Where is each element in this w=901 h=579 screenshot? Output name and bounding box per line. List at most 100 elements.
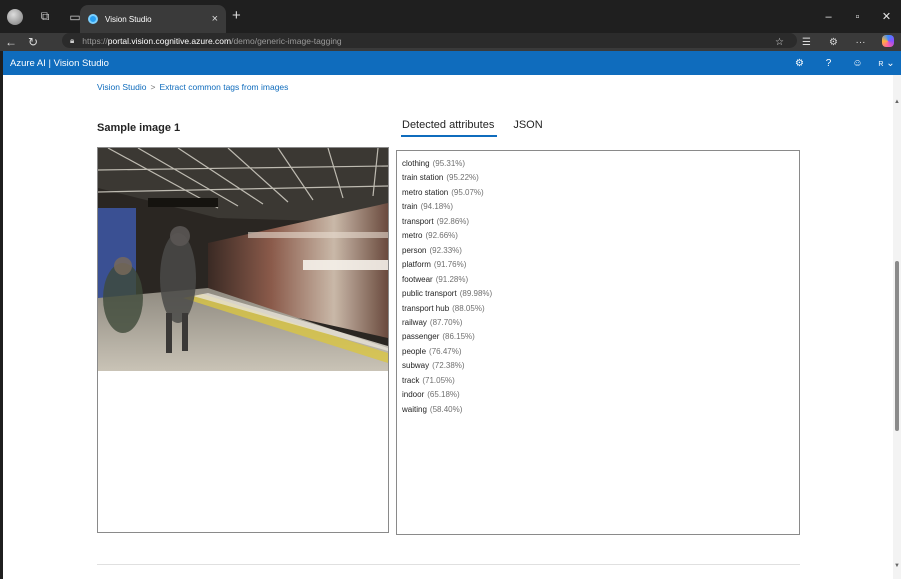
window-controls: – ▫ ✕ (814, 0, 901, 33)
attribute-item: public transport (89.98%) (402, 287, 799, 301)
breadcrumb-separator: > (150, 82, 156, 92)
sample-image-title: Sample image 1 (97, 122, 181, 134)
refresh-icon[interactable]: ↻ (22, 35, 44, 49)
copilot-icon[interactable] (874, 34, 901, 50)
attribute-name: indoor (402, 390, 425, 400)
attribute-item: waiting (58.40%) (402, 403, 799, 417)
attribute-name: footwear (402, 274, 433, 284)
main-content: Vision Studio > Extract common tags from i… (3, 75, 893, 579)
attribute-name: transport (402, 216, 434, 226)
attribute-item: indoor (65.18%) (402, 388, 799, 402)
page-scrollbar[interactable]: ▲ ▼ (893, 75, 901, 579)
attribute-confidence: (92.66%) (425, 231, 458, 241)
tab-title: Vision Studio (105, 14, 152, 24)
attribute-name: platform (402, 260, 431, 270)
attribute-confidence: (65.18%) (427, 390, 460, 400)
scroll-up-icon[interactable]: ▲ (894, 99, 900, 105)
scroll-down-icon[interactable]: ▼ (894, 563, 900, 569)
attribute-confidence: (58.40%) (429, 404, 463, 414)
attribute-item: transport hub (88.05%) (402, 302, 799, 316)
result-tabs: Detected attributes JSON (401, 119, 559, 137)
minimize-icon[interactable]: – (814, 0, 843, 33)
vision-studio-favicon-icon (88, 14, 98, 24)
profile-icon[interactable] (0, 0, 30, 33)
attribute-confidence: (88.05%) (452, 303, 485, 313)
attribute-item: train (94.18%) (402, 200, 799, 214)
attribute-name: railway (402, 317, 427, 327)
attribute-confidence: (89.98%) (459, 289, 493, 299)
section-divider (97, 564, 800, 565)
attribute-name: subway (402, 361, 430, 371)
account-menu[interactable]: R ⌄ (872, 58, 901, 69)
attribute-confidence: (87.70%) (429, 317, 463, 327)
app-brand[interactable]: Azure AI | Vision Studio (10, 58, 109, 69)
attribute-name: public transport (402, 289, 457, 299)
attribute-name: metro station (402, 187, 449, 197)
url-scheme: https:// (82, 35, 108, 46)
favorite-star-icon[interactable]: ☆ (766, 37, 793, 48)
back-icon[interactable]: ← (0, 35, 22, 49)
attribute-confidence: (71.05%) (422, 375, 455, 385)
attribute-confidence: (95.22%) (446, 173, 479, 183)
attribute-confidence: (91.76%) (433, 260, 467, 270)
lock-icon[interactable]: 🔒︎ (70, 36, 74, 46)
attribute-name: clothing (402, 159, 430, 168)
tab-detected-attributes[interactable]: Detected attributes (401, 119, 498, 137)
attribute-confidence: (76.47%) (429, 346, 462, 356)
attribute-name: transport hub (402, 303, 450, 313)
attribute-item: person (92.33%) (402, 244, 799, 258)
breadcrumb-current[interactable]: Extract common tags from images (159, 82, 288, 92)
attribute-confidence: (92.86%) (436, 216, 470, 226)
new-tab-button[interactable]: + (232, 7, 241, 24)
attribute-item: passenger (86.15%) (402, 330, 799, 344)
url-path: /demo/generic-image-tagging (231, 35, 342, 46)
attribute-name: track (402, 375, 420, 385)
restore-icon[interactable]: ▫ (843, 0, 872, 33)
attribute-item: metro (92.66%) (402, 229, 799, 243)
attribute-confidence: (94.18%) (420, 202, 454, 212)
feedback-smiley-icon[interactable]: ☺ (843, 58, 872, 69)
attribute-confidence: (72.38%) (432, 361, 465, 371)
attribute-confidence: (95.07%) (451, 187, 484, 197)
attribute-name: metro (402, 231, 423, 241)
close-window-icon[interactable]: ✕ (872, 0, 901, 33)
more-icon[interactable]: ··· (847, 37, 874, 48)
chevron-down-icon: ⌄ (886, 57, 895, 69)
sample-image-panel (97, 147, 389, 533)
extensions-icon[interactable]: ⚙ (820, 37, 847, 48)
attribute-item: subway (72.38%) (402, 359, 799, 373)
attribute-item: platform (91.76%) (402, 258, 799, 272)
attribute-name: passenger (402, 332, 440, 342)
attribute-item: footwear (91.28%) (402, 273, 799, 287)
attribute-name: train station (402, 173, 444, 183)
attribute-confidence: (92.33%) (429, 245, 462, 255)
attribute-name: person (402, 245, 427, 255)
scrollbar-thumb[interactable] (895, 261, 899, 431)
attribute-item: metro station (95.07%) (402, 186, 799, 200)
tab-json[interactable]: JSON (513, 119, 542, 137)
attribute-item: transport (92.86%) (402, 215, 799, 229)
attribute-item: track (71.05%) (402, 374, 799, 388)
browser-tab[interactable]: Vision Studio × (80, 5, 226, 33)
favorites-icon[interactable]: ☰ (793, 37, 820, 48)
browser-navbar: ← ↻ 🔒︎ https://portal.vision.cognitive.a… (0, 33, 901, 51)
attribute-name: people (402, 346, 427, 356)
attribute-item: people (76.47%) (402, 345, 799, 359)
address-bar[interactable]: 🔒︎ https://portal.vision.cognitive.azure… (62, 33, 797, 48)
detected-attributes-list: clothing (95.31%) train station (95.22%) m… (396, 150, 800, 535)
sample-image-photo (98, 148, 388, 371)
attribute-confidence: (91.28%) (435, 274, 469, 284)
breadcrumb: Vision Studio > Extract common tags from i… (97, 82, 288, 92)
url-host: portal.vision.cognitive.azure.com (107, 35, 232, 46)
close-tab-icon[interactable]: × (212, 13, 218, 25)
attribute-item: train station (95.22%) (402, 171, 799, 185)
attribute-item: railway (87.70%) (402, 316, 799, 330)
breadcrumb-root-link[interactable]: Vision Studio (97, 82, 146, 92)
help-icon[interactable]: ? (814, 58, 843, 69)
settings-gear-icon[interactable]: ⚙ (785, 58, 814, 69)
attribute-name: train (402, 202, 418, 212)
attribute-name: waiting (402, 404, 427, 414)
attribute-item: clothing (95.31%) (402, 157, 799, 171)
user-initial: R (878, 60, 884, 68)
workspaces-icon[interactable]: ⧉ (30, 0, 60, 33)
